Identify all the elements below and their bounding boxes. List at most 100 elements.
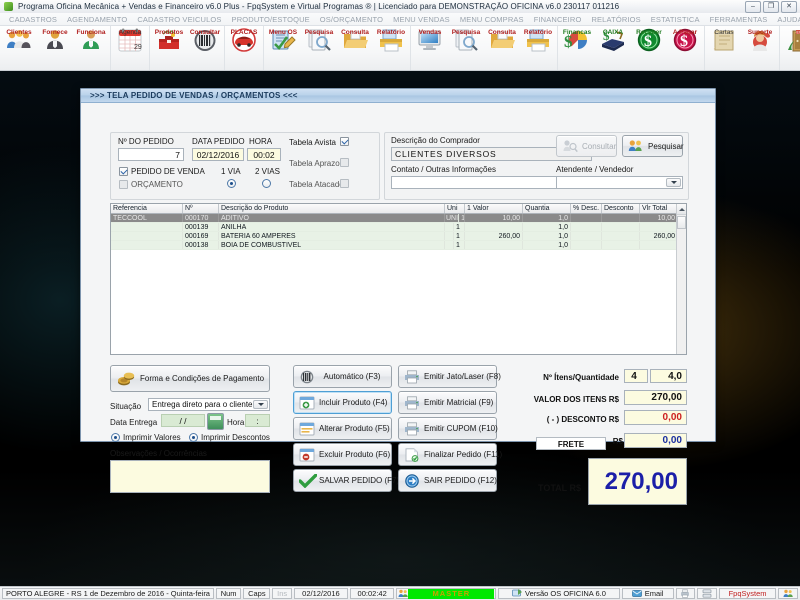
toolbar-button-agenda[interactable]: 29 Agenda [112, 26, 148, 68]
imprimir-valores-label: Imprimir Valores [123, 433, 181, 442]
status-email[interactable]: Email [621, 588, 674, 599]
minimize-button[interactable]: – [745, 1, 761, 13]
toolbar[interactable]: Clientes Fornece Funciona 29 Agenda Produtos C… [0, 26, 800, 71]
toolbar-button-relat-rio[interactable]: Relatório [373, 26, 409, 68]
action-autom-tico-f3[interactable]: Automático (F3) [293, 365, 392, 388]
status-printer[interactable] [675, 588, 696, 599]
toolbar-button-a-pagar[interactable]: $ A Pagar [667, 26, 703, 68]
atendente-select[interactable] [556, 176, 683, 189]
order-number-input[interactable]: 7 [118, 148, 184, 161]
via2-radio[interactable] [262, 179, 271, 188]
imprimir-valores-radio[interactable] [111, 433, 120, 442]
toolbar-button-consulta[interactable]: Consulta [337, 26, 373, 68]
close-button[interactable]: ✕ [781, 1, 797, 13]
toolbar-button-fornece[interactable]: Fornece [37, 26, 73, 68]
action-incluir-produto-f4[interactable]: Incluir Produto (F4) [293, 391, 392, 414]
menu-item-produto-estoque[interactable]: PRODUTO/ESTOQUE [227, 15, 315, 24]
toolbar-button-exit-door-icon[interactable]: EXIT [781, 26, 800, 68]
grid-column-header-num[interactable]: Nº [183, 204, 219, 213]
action-emitir-matricial-f9[interactable]: Emitir Matricial (F9) [398, 391, 497, 414]
products-grid[interactable]: Referencia Nº Descrição do Produto Uni 1 Val… [110, 203, 687, 355]
menu-item-estatistica[interactable]: ESTATISTICA [646, 15, 705, 24]
window-controls[interactable]: – ❐ ✕ [745, 1, 797, 13]
toolbar-button-funciona[interactable]: Funciona [73, 26, 109, 68]
order-date-input[interactable]: 02/12/2016 [192, 148, 244, 161]
toolbar-button-suporte[interactable]: Suporte [742, 26, 778, 68]
action-salvar-pedido-f7[interactable]: SALVAR PEDIDO (F7) [293, 469, 399, 492]
grid-column-header-vlrtotal[interactable]: Vlr Total [640, 204, 678, 213]
toolbar-button-financas[interactable]: $ Financas [559, 26, 595, 68]
toolbar-button-cartas[interactable]: Cartas [706, 26, 742, 68]
toolbar-button-clientes[interactable]: Clientes [1, 26, 37, 68]
situacao-select[interactable]: Entrega direto para o cliente [148, 398, 270, 411]
observacoes-textarea[interactable] [110, 460, 270, 493]
action-emitir-jato-laser-f8[interactable]: Emitir Jato/Laser (F8) [398, 365, 501, 388]
toolbar-button-consultar[interactable]: Consultar [187, 26, 223, 68]
menu-item-cadastros[interactable]: CADASTROS [4, 15, 62, 24]
grid-scrollbar[interactable] [676, 204, 686, 354]
scroll-up-icon[interactable] [677, 204, 686, 215]
orcamento-checkbox[interactable] [119, 180, 128, 189]
action-finalizar-pedido-f11[interactable]: Finalizar Pedido (F11) [398, 443, 502, 466]
table-row[interactable]: TECCOOL 000170 ADITIVO UNI 1 10,00 1,0 10,00 [111, 214, 686, 223]
chevron-down-icon[interactable] [253, 400, 268, 409]
toolbar-button-vendas[interactable]: Vendas [412, 26, 448, 68]
calendar-picker-icon[interactable] [207, 413, 224, 430]
menu-item-cadastro-veiculos[interactable]: CADASTRO VEICULOS [132, 15, 226, 24]
toolbar-button-consulta[interactable]: Consulta [484, 26, 520, 68]
table-row[interactable]: 000139 ANILHA 1 1,0 [111, 223, 686, 232]
grid-cell-quantia: 1,0 [523, 232, 571, 240]
forma-pagamento-button[interactable]: Forma e Condições de Pagamento [110, 365, 270, 392]
menu-bar[interactable]: CADASTROS AGENDAMENTO CADASTRO VEICULOS PRO… [0, 13, 800, 26]
status-users[interactable] [778, 588, 798, 599]
toolbar-button-menu-os[interactable]: Menu OS [265, 26, 301, 68]
menu-item-os-or-amento[interactable]: OS/ORÇAMENTO [315, 15, 388, 24]
toolbar-button-caixa[interactable]: $ CAIXA [595, 26, 631, 68]
consultar-buyer-button[interactable]: Consultar [556, 135, 617, 157]
toolbar-button-produtos[interactable]: Produtos [151, 26, 187, 68]
toolbar-button-label: Pesquisa [304, 29, 334, 36]
imprimir-descontos-radio[interactable] [189, 433, 198, 442]
grid-column-header-descricao[interactable]: Descrição do Produto [219, 204, 445, 213]
toolbar-button-pesquisa[interactable]: Pesquisa [448, 26, 484, 68]
action-emitir-cupom-f10[interactable]: Emitir CUPOM (F10) [398, 417, 498, 440]
frete-field[interactable]: 0,00 [624, 433, 687, 448]
toolbar-button-placas[interactable]: PLACAS [226, 26, 262, 68]
grid-column-header-desconto[interactable]: Desconto [602, 204, 640, 213]
order-time-input[interactable]: 00:02 [247, 148, 281, 161]
table-row[interactable]: 000138 BOIA DE COMBUSTIVEL 1 1,0 [111, 241, 686, 250]
table-row[interactable]: 000169 BATERIA 60 AMPERES 1 260,00 1,0 260,00 [111, 232, 686, 241]
via1-radio[interactable] [227, 179, 236, 188]
data-entrega-input[interactable]: / / [161, 414, 205, 427]
status-network[interactable] [697, 588, 717, 599]
chevron-down-icon[interactable] [666, 178, 681, 187]
action-label: Finalizar Pedido (F11) [424, 450, 503, 459]
menu-item-ferramentas[interactable]: FERRAMENTAS [705, 15, 773, 24]
action-sair-pedido-f12[interactable]: SAIR PEDIDO (F12) [398, 469, 497, 492]
restore-button[interactable]: ❐ [763, 1, 779, 13]
action-excluir-produto-f6[interactable]: Excluir Produto (F6) [293, 443, 392, 466]
scrollbar-thumb[interactable] [677, 216, 686, 229]
pedido-venda-checkbox[interactable] [119, 167, 128, 176]
grid-column-header-quantia[interactable]: Quantia [523, 204, 571, 213]
menu-item-ajuda[interactable]: AJUDA [772, 15, 800, 24]
hora-entrega-input[interactable]: : [245, 414, 270, 427]
grid-rows[interactable]: TECCOOL 000170 ADITIVO UNI 1 10,00 1,0 10,00 000… [111, 214, 686, 250]
menu-item-menu-vendas[interactable]: MENU VENDAS [388, 15, 455, 24]
toolbar-button-relat-rio[interactable]: Relatório [520, 26, 556, 68]
tabela-avista-checkbox[interactable] [340, 137, 349, 146]
grid-column-header-uni[interactable]: Uni [445, 204, 465, 213]
grid-column-header-ivalor[interactable]: 1 Valor [465, 204, 523, 213]
menu-item-menu-compras[interactable]: MENU COMPRAS [455, 15, 529, 24]
action-alterar-produto-f5[interactable]: Alterar Produto (F5) [293, 417, 392, 440]
grid-column-header-referencia[interactable]: Referencia [111, 204, 183, 213]
toolbar-button-receber[interactable]: $ Receber [631, 26, 667, 68]
menu-item-agendamento[interactable]: AGENDAMENTO [62, 15, 132, 24]
tabela-aprazo-checkbox[interactable] [340, 158, 349, 167]
menu-item-relat-rios[interactable]: RELATÓRIOS [586, 15, 645, 24]
tabela-atacado-checkbox[interactable] [340, 179, 349, 188]
menu-item-financeiro[interactable]: FINANCEIRO [529, 15, 587, 24]
grid-column-header-pdesc[interactable]: % Desc. [571, 204, 602, 213]
toolbar-button-pesquisa[interactable]: Pesquisa [301, 26, 337, 68]
pesquisar-buyer-button[interactable]: Pesquisar [622, 135, 684, 157]
